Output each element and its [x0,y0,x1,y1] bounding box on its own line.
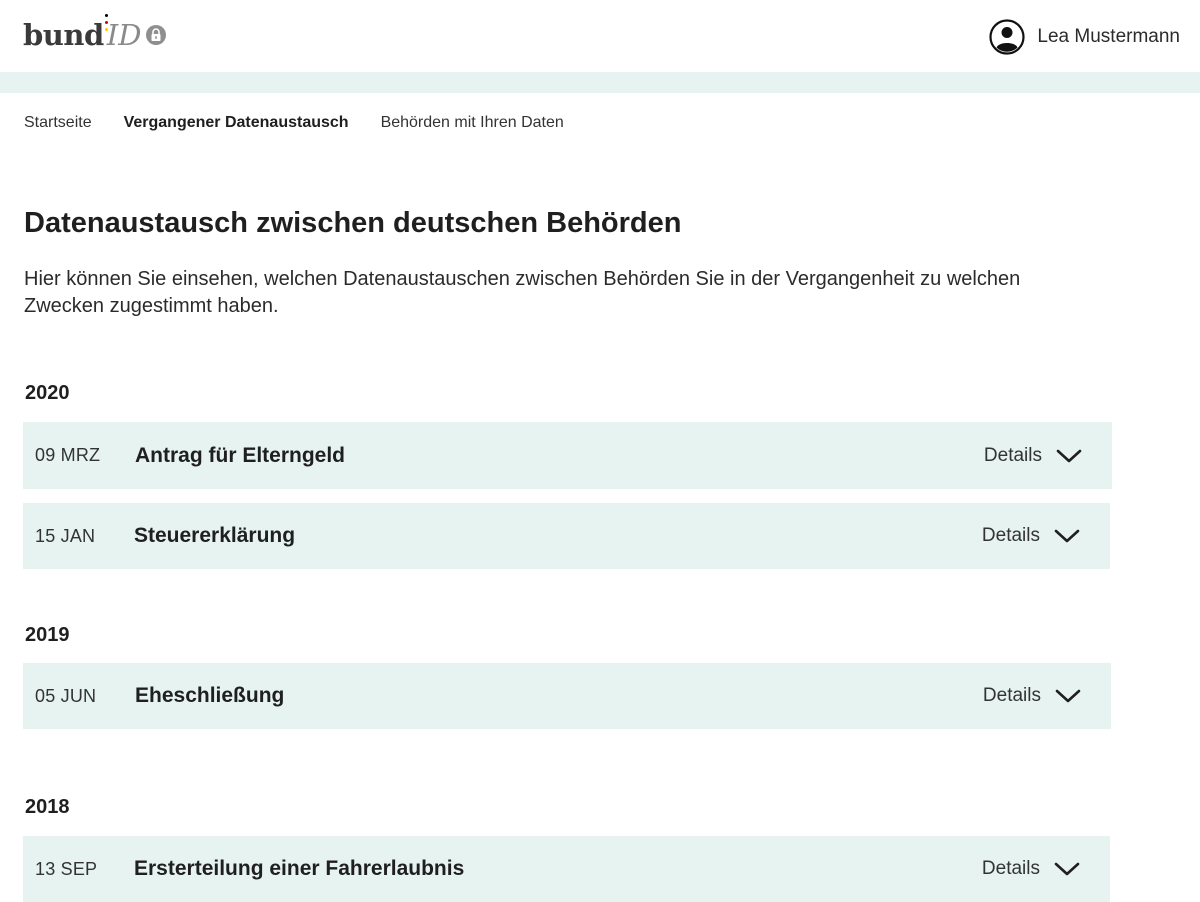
exchange-row-elterngeld[interactable]: 09 MRZ Antrag für Elterngeld Details [23,422,1112,489]
row-date: 13 SEP [35,858,98,879]
user-menu[interactable]: Lea Mustermann [989,19,1180,55]
logo-text-id: ID [106,18,142,52]
row-date: 09 MRZ [35,445,101,465]
row-title: Steuererklärung [134,524,296,547]
exchange-row-fahrerlaubnis[interactable]: 13 SEP Ersterteilung einer Fahrerlaubnis… [23,836,1110,902]
details-toggle[interactable]: Details [982,858,1080,880]
user-name: Lea Mustermann [1037,26,1180,47]
year-heading-2018: 2018 [25,796,70,818]
details-toggle[interactable]: Details [982,525,1080,547]
page-title: Datenaustausch zwischen deutschen Behörd… [24,207,682,239]
exchange-row-eheschliessung[interactable]: 05 JUN Eheschließung Details [23,663,1111,729]
nav-item-behoerden-mit-ihren-daten[interactable]: Behörden mit Ihren Daten [381,113,564,133]
details-toggle[interactable]: Details [984,445,1082,467]
row-title: Ersterteilung einer Fahrerlaubnis [134,857,465,880]
bundid-logo[interactable]: bund ID [23,10,167,52]
chevron-down-icon [1054,529,1080,543]
row-date: 15 JAN [35,525,96,546]
exchange-row-steuererklaerung[interactable]: 15 JAN Steuererklärung Details [23,503,1110,569]
logo-text-bund: bund [23,18,104,52]
details-toggle[interactable]: Details [983,685,1081,707]
header: bund ID Lea Mustermann [0,0,1200,72]
row-title: Eheschließung [135,684,285,707]
year-heading-2020: 2020 [25,382,70,404]
header-divider-band [0,72,1200,93]
details-label: Details [983,444,1042,466]
row-date: 05 JUN [35,685,97,706]
main-navigation: Startseite Vergangener Datenaustausch Be… [24,113,596,133]
lock-icon [146,25,167,45]
details-label: Details [981,858,1040,879]
details-label: Details [982,685,1041,706]
intro-text: Hier können Sie einsehen, welchen Datena… [24,268,1021,317]
chevron-down-icon [1055,689,1081,703]
chevron-down-icon [1056,449,1082,462]
year-heading-2019: 2019 [25,624,70,646]
nav-item-startseite[interactable]: Startseite [24,113,92,133]
details-label: Details [981,525,1040,546]
user-circle-icon [989,19,1026,55]
chevron-down-icon [1054,862,1080,876]
row-title: Antrag für Elterngeld [135,443,346,467]
nav-item-vergangener-datenaustausch[interactable]: Vergangener Datenaustausch [124,113,349,133]
